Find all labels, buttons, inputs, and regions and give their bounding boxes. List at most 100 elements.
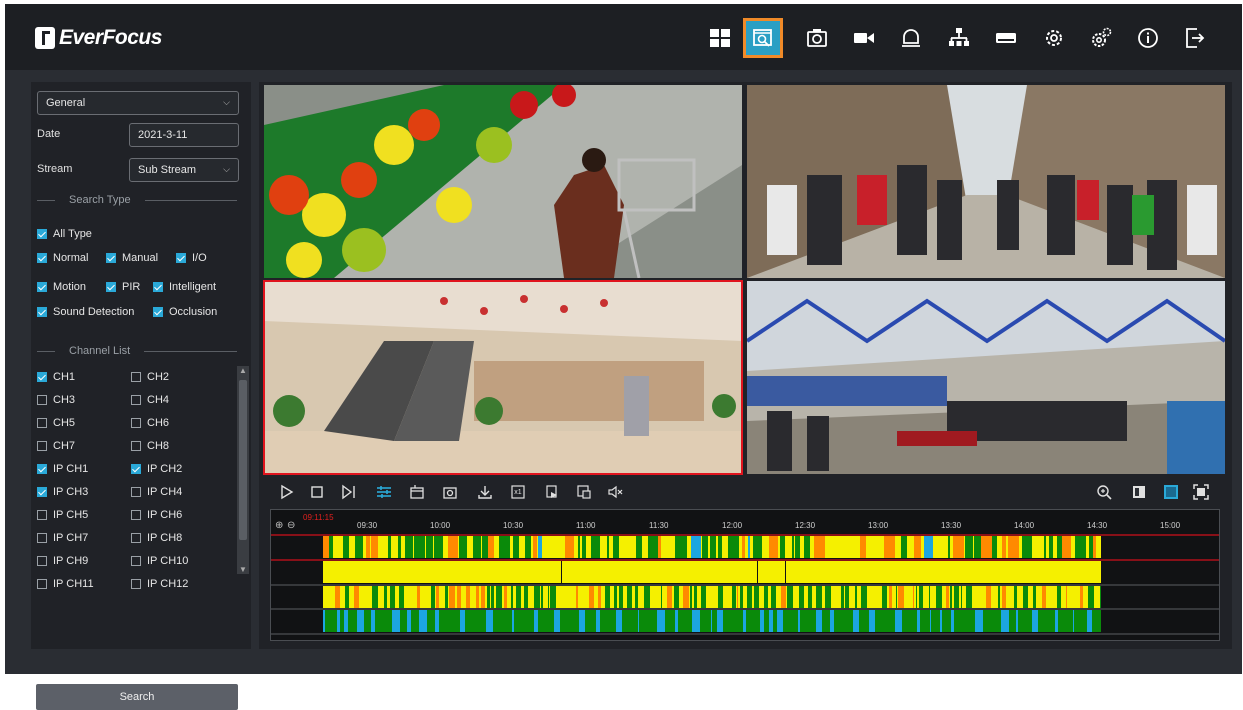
date-field[interactable]: 2021-3-11	[129, 123, 239, 147]
timeline-segment	[845, 586, 849, 608]
play-icon[interactable]	[277, 482, 297, 502]
checkbox-motion[interactable]: Motion	[37, 281, 86, 293]
top-navigation-bar: EverFocus	[5, 4, 1242, 70]
camera-view-street[interactable]	[747, 85, 1225, 278]
timeline-segment	[390, 586, 395, 608]
advanced-settings-icon[interactable]	[1084, 21, 1118, 55]
timeline-segment	[718, 586, 723, 608]
channel-checkbox[interactable]: IP CH6	[131, 509, 182, 521]
channel-checkbox[interactable]: CH3	[37, 394, 75, 406]
channel-list-scrollbar[interactable]: ▲ ▼	[237, 366, 249, 574]
timeline-tracks[interactable]	[271, 510, 1219, 640]
checkbox-intelligent[interactable]: Intelligent	[153, 281, 216, 293]
scroll-up-icon[interactable]: ▲	[237, 366, 249, 375]
channel-checkbox[interactable]: IP CH1	[37, 463, 88, 475]
checkbox-occlusion[interactable]: Occlusion	[153, 306, 217, 318]
channel-checkbox[interactable]: IP CH8	[131, 532, 182, 544]
channel-checkbox[interactable]: IP CH11	[37, 578, 94, 590]
storage-icon[interactable]	[989, 21, 1023, 55]
network-icon[interactable]	[942, 21, 976, 55]
step-frame-icon[interactable]	[339, 482, 359, 502]
info-icon[interactable]	[1131, 21, 1165, 55]
checkbox-icon	[131, 487, 141, 497]
export-icon[interactable]	[542, 482, 562, 502]
event-filter-icon[interactable]	[374, 482, 394, 502]
timeline-segment	[335, 586, 340, 608]
timeline-segment	[488, 536, 494, 558]
timeline-segment	[816, 586, 822, 608]
settings-icon[interactable]	[1037, 21, 1071, 55]
channel-checkbox[interactable]: IP CH2	[131, 463, 182, 475]
download-icon[interactable]	[475, 482, 495, 502]
speed-x1-icon[interactable]: x1	[508, 482, 528, 502]
channel-checkbox[interactable]: IP CH10	[131, 555, 188, 567]
playback-icon[interactable]	[743, 18, 783, 58]
channel-label: CH4	[147, 394, 170, 406]
mute-icon[interactable]	[605, 482, 625, 502]
stop-icon[interactable]	[307, 482, 327, 502]
checkbox-io[interactable]: I/O	[176, 252, 207, 264]
channel-checkbox[interactable]: IP CH12	[131, 578, 188, 590]
checkbox-pir[interactable]: PIR	[106, 281, 140, 293]
channel-checkbox[interactable]: IP CH5	[37, 509, 88, 521]
timeline-segment	[445, 536, 447, 558]
channel-label: IP CH2	[147, 463, 183, 475]
channel-checkbox[interactable]: IP CH9	[37, 555, 88, 567]
timeline-segment	[379, 536, 381, 558]
checkbox-all-type[interactable]: All Type	[37, 228, 92, 240]
alarm-icon[interactable]	[894, 21, 928, 55]
channel-checkbox[interactable]: CH5	[37, 417, 75, 429]
channel-checkbox[interactable]: CH1	[37, 371, 75, 383]
clip-icon[interactable]	[407, 482, 427, 502]
camera-view-supermarket[interactable]	[264, 85, 742, 278]
timeline-segment	[1057, 536, 1062, 558]
backup-icon[interactable]	[574, 482, 594, 502]
camera-view-airport[interactable]	[747, 281, 1225, 474]
checkbox-normal[interactable]: Normal	[37, 252, 88, 264]
timeline-segment	[323, 536, 329, 558]
timeline-segment	[512, 610, 514, 632]
timeline-segment	[1057, 586, 1061, 608]
timeline-segment	[901, 536, 907, 558]
checkbox-icon	[37, 556, 47, 566]
channel-checkbox[interactable]: CH8	[131, 440, 169, 452]
channel-checkbox[interactable]: CH4	[131, 394, 169, 406]
channel-checkbox[interactable]: IP CH7	[37, 532, 88, 544]
checkbox-manual[interactable]: Manual	[106, 252, 158, 264]
channel-checkbox[interactable]: IP CH4	[131, 486, 182, 498]
timeline-segment	[598, 586, 601, 608]
channel-list-header: Channel List	[37, 345, 237, 357]
timeline-segment	[896, 586, 897, 608]
timeline-segment	[742, 536, 745, 558]
timeline-segment	[533, 536, 537, 558]
checkbox-icon	[37, 372, 47, 382]
stream-select[interactable]: Sub Stream ⌵	[129, 158, 239, 182]
timeline-segment	[948, 536, 950, 558]
channel-checkbox[interactable]: IP CH3	[37, 486, 88, 498]
fullscreen-icon[interactable]	[1191, 482, 1211, 502]
snapshot-icon[interactable]	[800, 21, 834, 55]
record-icon[interactable]	[847, 21, 881, 55]
quad-view-icon[interactable]	[1161, 482, 1181, 502]
checkbox-icon	[131, 372, 141, 382]
layout-icon[interactable]	[703, 21, 737, 55]
timeline-segment	[516, 586, 521, 608]
timeline-segment	[882, 586, 887, 608]
timeline-segment	[1087, 610, 1092, 632]
timeline-segment	[913, 586, 914, 608]
logout-icon[interactable]	[1178, 21, 1212, 55]
timeline[interactable]: ⊕ ⊖ 09:11:15 09:30 10:00 10:30 11:00 11:30 12…	[270, 509, 1220, 641]
scrollbar-thumb[interactable]	[239, 380, 247, 540]
channel-checkbox[interactable]: CH6	[131, 417, 169, 429]
single-view-icon[interactable]	[1129, 482, 1149, 502]
scroll-down-icon[interactable]: ▼	[237, 565, 249, 574]
camera-view-mall[interactable]	[263, 280, 743, 475]
snapshot-icon[interactable]	[440, 482, 460, 502]
search-button[interactable]: Search	[36, 684, 238, 710]
channel-checkbox[interactable]: CH2	[131, 371, 169, 383]
zoom-icon[interactable]	[1094, 482, 1114, 502]
checkbox-sound-detection[interactable]: Sound Detection	[37, 306, 134, 318]
timeline-segment	[366, 536, 370, 558]
channel-checkbox[interactable]: CH7	[37, 440, 75, 452]
search-mode-select[interactable]: General ⌵	[37, 91, 239, 115]
